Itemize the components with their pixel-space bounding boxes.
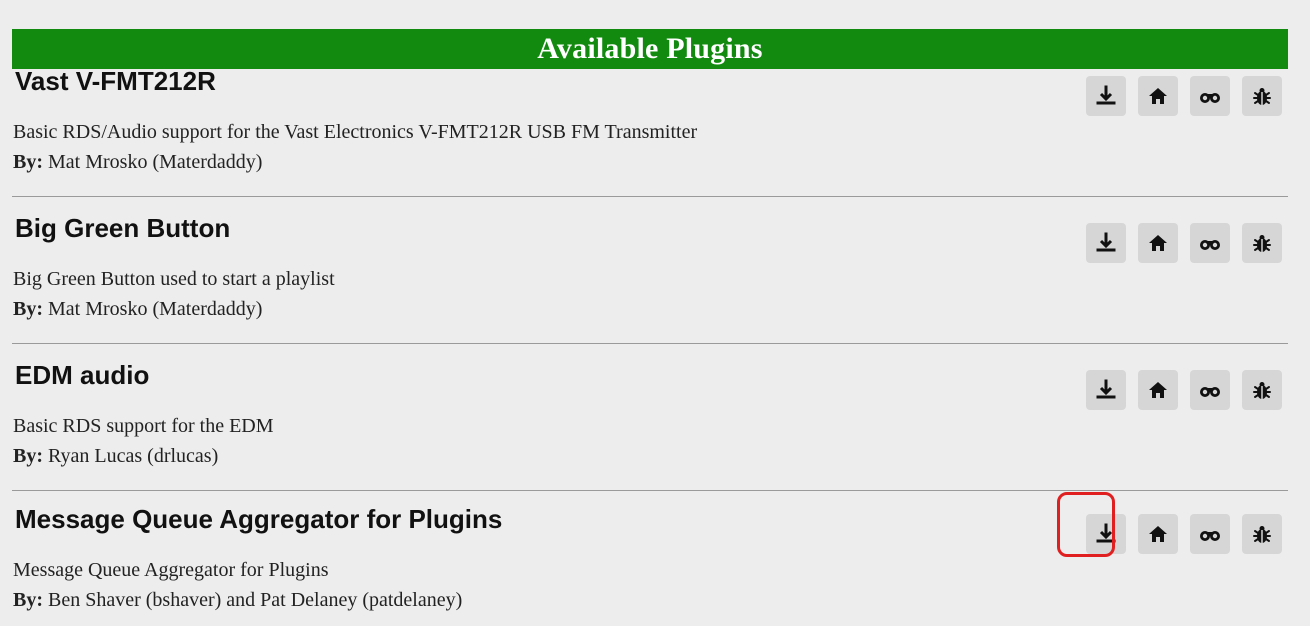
home-icon [1146,84,1170,108]
row-divider [12,196,1288,197]
download-icon [1094,522,1118,546]
plugin-description: Basic RDS support for the EDM [13,415,274,437]
bug-icon [1250,522,1274,546]
binoculars-icon [1198,378,1222,402]
bug-button[interactable] [1242,76,1282,116]
home-button[interactable] [1138,223,1178,263]
by-label: By: [13,298,43,320]
bug-icon [1250,84,1274,108]
plugin-row: Big Green Button Big Green Button used t… [12,213,1288,344]
row-divider [12,343,1288,344]
by-label: By: [13,445,43,467]
plugin-author: Mat Mrosko (Materdaddy) [48,298,263,320]
plugin-row: Vast V-FMT212R Basic RDS/Audio support f… [12,66,1288,197]
binoculars-icon [1198,84,1222,108]
plugin-row: EDM audio Basic RDS support for the EDM … [12,360,1288,491]
bug-button[interactable] [1242,370,1282,410]
page-title: Available Plugins [12,29,1288,69]
home-icon [1146,231,1170,255]
plugin-author-line: By: Ryan Lucas (drlucas) [13,444,218,468]
download-icon [1094,378,1118,402]
plugin-actions [1072,370,1284,410]
by-label: By: [13,151,43,173]
binoculars-icon [1198,522,1222,546]
plugin-title: EDM audio [15,360,150,390]
plugin-title: Message Queue Aggregator for Plugins [15,504,503,534]
plugin-author: Ryan Lucas (drlucas) [48,445,219,467]
plugin-author: Mat Mrosko (Materdaddy) [48,151,263,173]
plugin-author: Ben Shaver (bshaver) and Pat Delaney (pa… [48,589,463,611]
plugin-actions [1072,76,1284,116]
bug-button[interactable] [1242,223,1282,263]
download-button[interactable] [1086,76,1126,116]
plugins-page: Available Plugins Vast V-FMT212R Basic R… [0,0,1310,626]
download-button[interactable] [1086,514,1126,554]
by-label: By: [13,589,43,611]
home-icon [1146,522,1170,546]
bug-icon [1250,378,1274,402]
row-divider [12,490,1288,491]
home-button[interactable] [1138,76,1178,116]
plugin-title: Big Green Button [15,213,231,243]
plugin-row: Message Queue Aggregator for Plugins Mes… [12,504,1288,626]
plugin-description: Message Queue Aggregator for Plugins [13,559,329,581]
plugin-actions [1072,514,1284,554]
bug-icon [1250,231,1274,255]
download-icon [1094,231,1118,255]
plugin-author-line: By: Mat Mrosko (Materdaddy) [13,150,262,174]
plugin-author-line: By: Ben Shaver (bshaver) and Pat Delaney… [13,588,462,612]
download-button[interactable] [1086,370,1126,410]
download-button[interactable] [1086,223,1126,263]
bug-button[interactable] [1242,514,1282,554]
binoculars-icon [1198,231,1222,255]
home-button[interactable] [1138,370,1178,410]
plugin-title: Vast V-FMT212R [15,66,216,96]
view-button[interactable] [1190,223,1230,263]
home-icon [1146,378,1170,402]
view-button[interactable] [1190,370,1230,410]
plugin-actions [1072,223,1284,263]
plugin-description: Big Green Button used to start a playlis… [13,268,335,290]
plugin-description: Basic RDS/Audio support for the Vast Ele… [13,121,698,143]
view-button[interactable] [1190,514,1230,554]
view-button[interactable] [1190,76,1230,116]
plugin-author-line: By: Mat Mrosko (Materdaddy) [13,297,262,321]
home-button[interactable] [1138,514,1178,554]
download-icon [1094,84,1118,108]
